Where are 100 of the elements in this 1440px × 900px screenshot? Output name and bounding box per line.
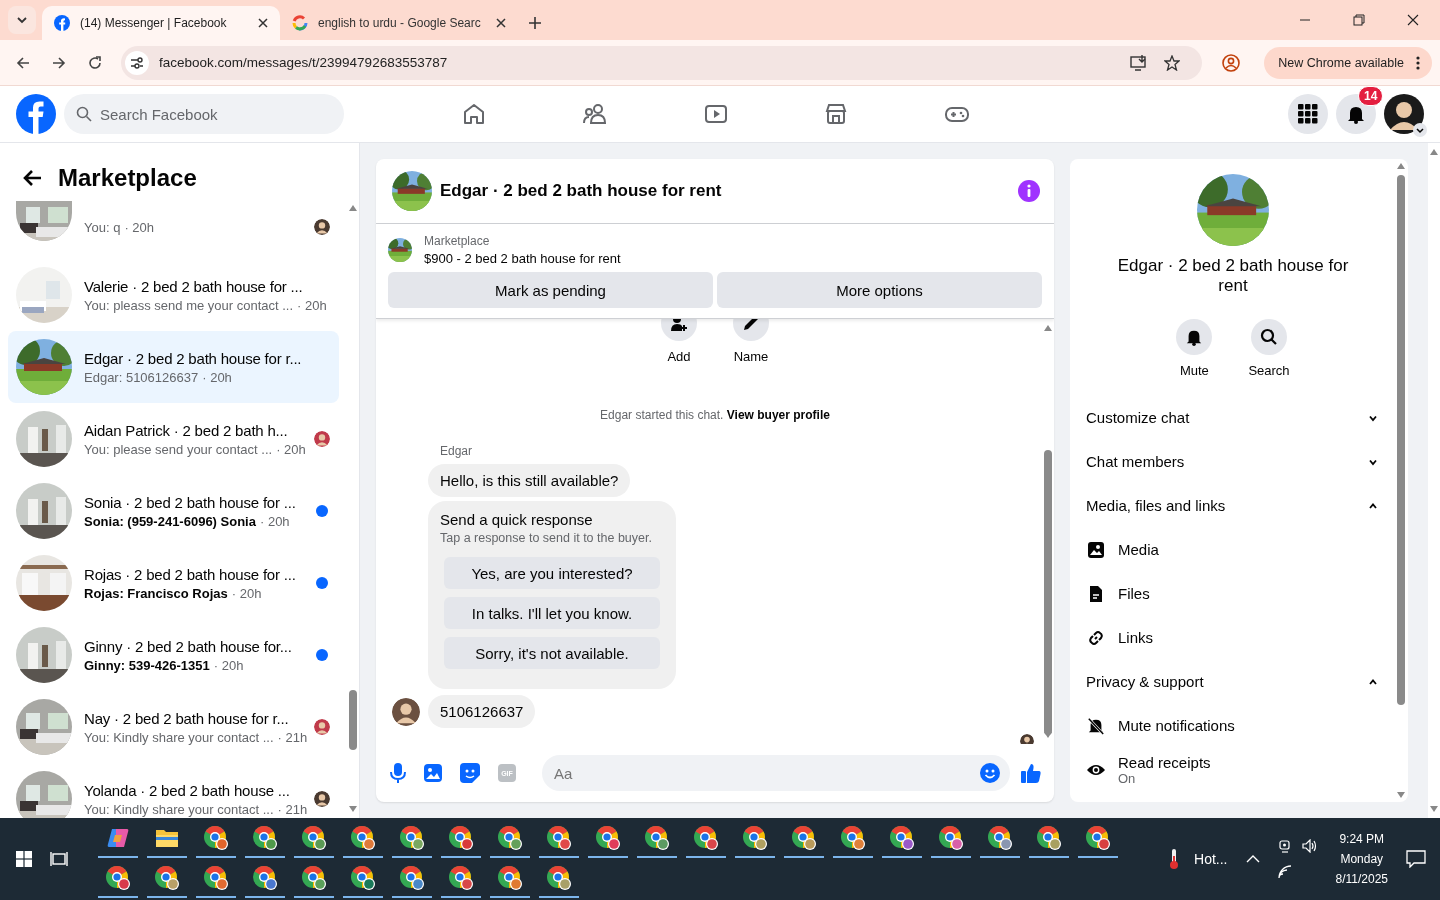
google-icon [292, 15, 308, 31]
image-icon[interactable] [424, 764, 442, 782]
action-label: Add [667, 349, 691, 364]
conversation-item[interactable]: You: q · 20h [8, 199, 339, 243]
system-message: Edgar started this chat. View buyer profile [600, 408, 830, 422]
restore-icon[interactable] [1353, 14, 1365, 26]
scroll-up-icon[interactable] [1044, 325, 1052, 331]
browser-tab[interactable]: (14) Messenger | Facebook [42, 6, 280, 40]
scroll-up-icon[interactable] [349, 205, 357, 211]
link-icon [1086, 628, 1106, 647]
quick-response-title: Send a quick response [440, 511, 594, 528]
search-button[interactable] [1251, 318, 1287, 355]
avatar-icon [314, 431, 330, 447]
conversation-item[interactable]: Ginny · 2 bed 2 bath house for... Ginny: 539-426-1351 · 20h [8, 619, 339, 691]
tab-search-button[interactable] [8, 6, 36, 34]
scroll-up-icon[interactable] [1397, 163, 1405, 169]
update-button[interactable]: New Chrome available [1264, 46, 1432, 79]
section-header[interactable]: Customize chat [1086, 395, 1380, 440]
section-header[interactable]: Chat members [1086, 439, 1380, 484]
thumbs-up-icon[interactable] [1020, 762, 1042, 784]
scroll-down-icon[interactable] [1430, 806, 1438, 812]
emoji-icon[interactable] [980, 763, 1000, 783]
section-header[interactable]: Media, files and links [1086, 483, 1380, 528]
scrollbar-thumb[interactable] [349, 690, 357, 750]
listing-button[interactable]: More options [717, 272, 1042, 308]
profile-icon[interactable] [1222, 53, 1241, 72]
start-icon[interactable] [16, 851, 32, 867]
scroll-down-icon[interactable] [349, 806, 357, 812]
wifi-icon[interactable] [1277, 865, 1292, 879]
back-icon[interactable] [15, 54, 31, 71]
quick-reply-button[interactable]: Yes, are you interested? [444, 557, 660, 589]
conversation-title: Aidan Patrick · 2 bed 2 bath h... [84, 421, 289, 439]
listing-button[interactable]: Mark as pending [388, 272, 713, 308]
conversation-title: Yolanda · 2 bed 2 bath house ... [84, 781, 291, 799]
conversation-item[interactable]: Edgar · 2 bed 2 bath house for r... Edgar: 5106126637 · 20h [8, 331, 339, 403]
quick-reply-button[interactable]: Sorry, it's not available. [444, 637, 660, 669]
home-icon[interactable] [462, 102, 486, 126]
forward-icon[interactable] [51, 54, 67, 71]
section-header[interactable]: Privacy & support [1086, 659, 1380, 704]
tab-title: (14) Messenger | Facebook [80, 16, 228, 30]
details-item[interactable]: Files [1086, 571, 1380, 616]
close-icon[interactable] [258, 18, 268, 28]
scroll-down-icon[interactable] [1397, 792, 1405, 798]
message-preview: Sonia: (959-241-6096) Sonia [84, 513, 256, 529]
menu-button[interactable] [1288, 94, 1328, 134]
video-icon[interactable] [704, 102, 728, 126]
mute-button[interactable] [1176, 318, 1213, 355]
chevron-up-icon[interactable] [1245, 854, 1260, 864]
browser-tab[interactable]: english to urdu - Google Searc [280, 6, 518, 40]
chevron-down-icon[interactable] [1413, 123, 1427, 137]
details-item[interactable]: Media [1086, 527, 1380, 572]
image-icon [1086, 540, 1106, 559]
conversation-title: Ginny · 2 bed 2 bath house for... [84, 637, 293, 655]
details-item[interactable]: Mute notifications [1086, 703, 1380, 748]
sticker-icon[interactable] [460, 763, 480, 783]
message-bubble: Hello, is this still available? [428, 464, 631, 497]
reload-icon[interactable] [87, 54, 103, 71]
friends-icon[interactable] [582, 102, 608, 126]
conversation-item[interactable]: Rojas · 2 bed 2 bath house for ... Rojas: Francisco Rojas · 20h [8, 547, 339, 619]
message-time: · 20h [202, 369, 232, 385]
scrollbar-thumb[interactable] [1044, 450, 1052, 735]
details-item[interactable]: Read receipts On [1086, 747, 1380, 792]
conversation-title: Valerie · 2 bed 2 bath house for ... [84, 277, 301, 295]
speaker-icon[interactable] [1301, 839, 1318, 853]
conversation-item[interactable]: Aidan Patrick · 2 bed 2 bath h... You: please send your contact ... · 20h [8, 403, 339, 475]
camera-icon[interactable] [1277, 839, 1292, 853]
install-icon[interactable] [1130, 53, 1149, 72]
new-tab-icon[interactable] [528, 16, 542, 30]
message-field[interactable]: Aa [542, 755, 1010, 791]
message-preview: You: pleass send me your contact ... [84, 297, 294, 313]
site-settings-icon[interactable] [125, 50, 149, 75]
search-field[interactable]: Search Facebook [64, 94, 344, 134]
message-time: · 20h [213, 657, 244, 673]
address-bar[interactable]: facebook.com/messages/t/23994792683553787 [121, 45, 1203, 80]
notifications-icon[interactable] [1406, 850, 1426, 868]
marketplace-icon[interactable] [824, 102, 848, 126]
details-item[interactable]: Links [1086, 615, 1380, 660]
quick-reply-button[interactable]: In talks. I'll let you know. [444, 597, 660, 629]
message-time: · 21h [277, 801, 308, 817]
search-icon [1260, 327, 1278, 346]
scrollbar-thumb[interactable] [1397, 175, 1405, 705]
close-window-icon[interactable] [1407, 14, 1419, 26]
action-label: Search [1248, 362, 1290, 378]
close-icon[interactable] [496, 18, 506, 28]
message-preview: You: q [84, 220, 121, 235]
scroll-up-icon[interactable] [1430, 149, 1438, 155]
setting-value: On [1118, 770, 1137, 786]
scroll-down-icon[interactable] [1044, 732, 1052, 738]
buyer-profile-link[interactable]: View buyer profile [726, 408, 830, 422]
microphone-icon[interactable] [390, 763, 406, 783]
info-icon[interactable] [1018, 180, 1040, 202]
conversation-item[interactable]: Nay · 2 bed 2 bath house for r... You: Kindly share your contact ... · 21h [8, 691, 339, 763]
task-view-icon[interactable] [50, 851, 68, 867]
logo-icon[interactable] [16, 94, 56, 134]
star-icon[interactable] [1164, 54, 1181, 71]
conversation-item[interactable]: Valerie · 2 bed 2 bath house for ... You: pleass send me your contact ... · 20h [8, 259, 339, 331]
conversation-item[interactable]: Sonia · 2 bed 2 bath house for ... Sonia: (959-241-6096) Sonia · 20h [8, 475, 339, 547]
weather-widget[interactable]: Hot... [1168, 848, 1228, 870]
back-arrow-icon[interactable] [22, 169, 42, 187]
conversation-title: Edgar · 2 bed 2 bath house for r... [84, 349, 301, 367]
